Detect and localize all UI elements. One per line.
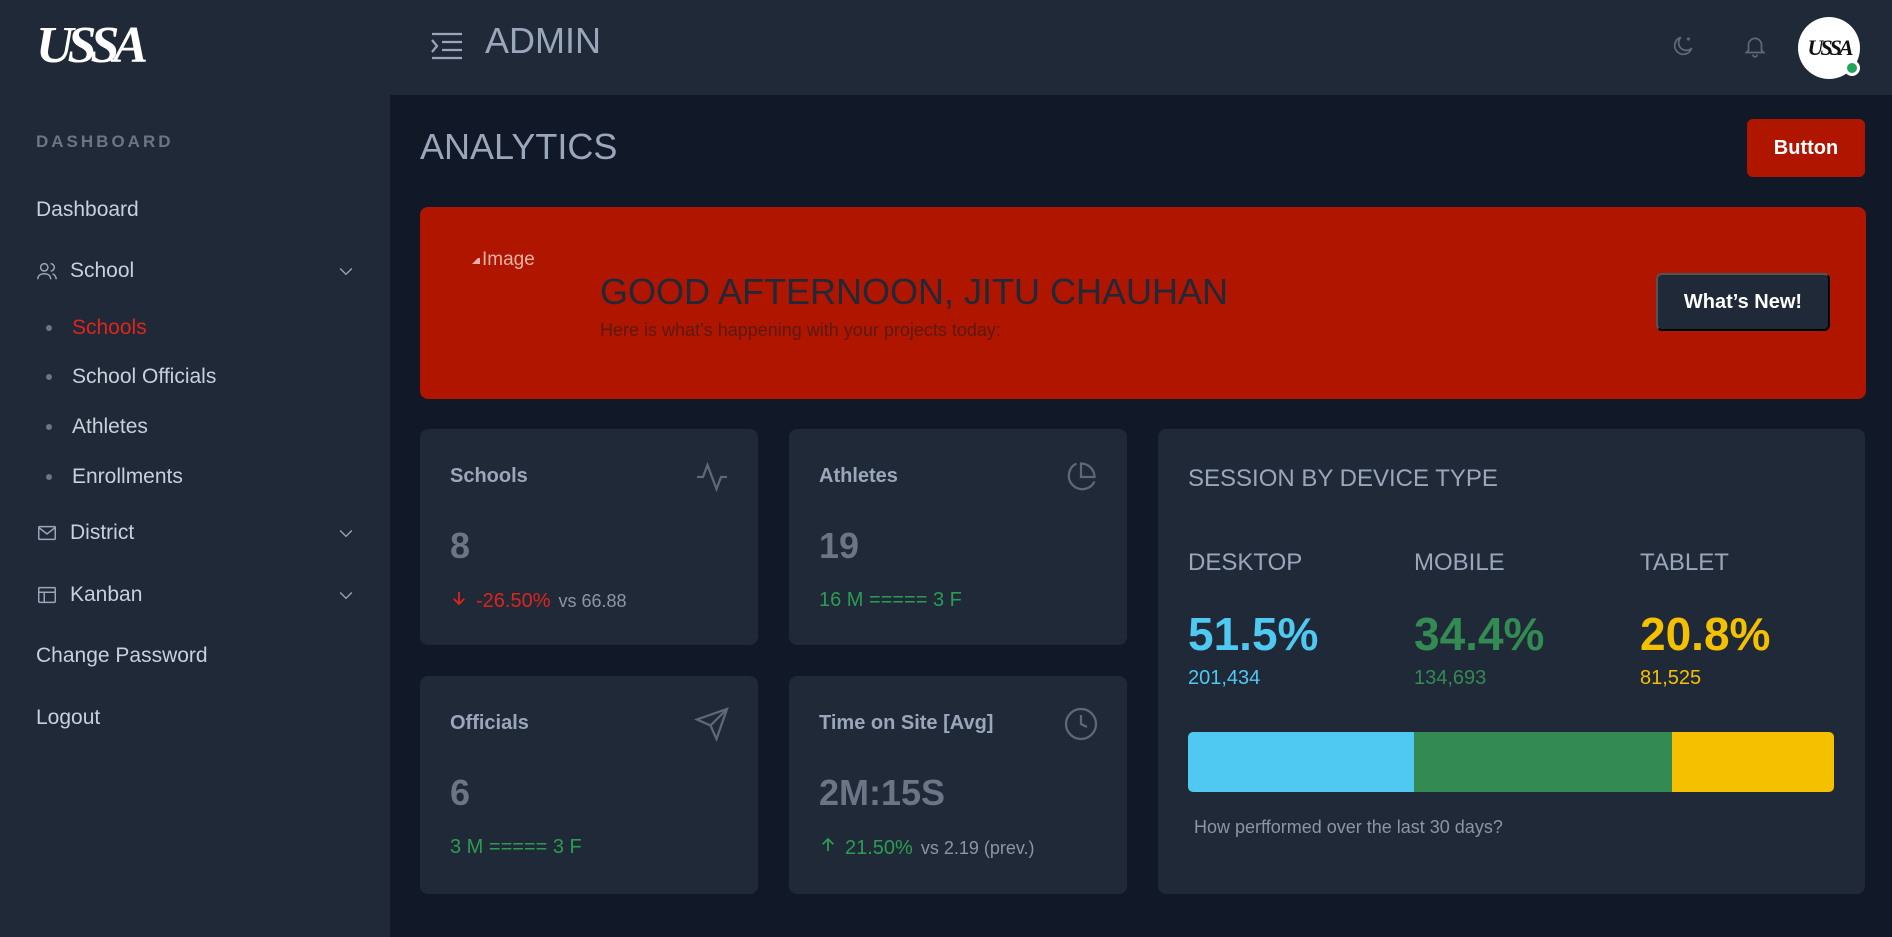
- users-icon: [36, 260, 58, 282]
- sidebar-item-dashboard[interactable]: Dashboard: [36, 195, 356, 225]
- device-name: TABLET: [1640, 549, 1729, 576]
- stat-card-schools: Schools 8 -26.50% vs 66.88: [420, 429, 758, 645]
- banner-subtitle: Here is what’s happening with your proje…: [600, 320, 1001, 340]
- sidebar-item-logout[interactable]: Logout: [36, 703, 356, 733]
- device-mobile: MOBILE 34.4% 134,693: [1414, 549, 1634, 690]
- sidebar: USSA DASHBOARD Dashboard School Schools …: [0, 0, 390, 937]
- bell-icon[interactable]: [1742, 33, 1768, 59]
- sidebar-subitem-school-officials[interactable]: School Officials: [46, 362, 216, 392]
- bullet-icon: [46, 424, 52, 430]
- session-bar-segment-mobile: [1414, 732, 1673, 792]
- banner-image-alt: Image: [482, 249, 535, 270]
- clock-icon: [1063, 706, 1099, 742]
- sidebar-subitem-athletes[interactable]: Athletes: [46, 412, 148, 442]
- stat-label: Time on Site [Avg]: [819, 712, 994, 734]
- banner-greeting: GOOD AFTERNOON, JITU CHAUHAN: [600, 271, 1229, 312]
- sidebar-item-district[interactable]: District: [36, 518, 356, 548]
- arrow-up-icon: [819, 836, 837, 860]
- whats-new-button[interactable]: What’s New!: [1656, 273, 1830, 331]
- session-by-device-card: SESSION BY DEVICE TYPE DESKTOP 51.5% 201…: [1158, 429, 1865, 894]
- stat-card-officials: Officials 6 3 M ===== 3 F: [420, 676, 758, 894]
- stat-compare: vs 2.19 (prev.): [920, 837, 1035, 858]
- moon-icon[interactable]: [1670, 33, 1696, 59]
- bullet-icon: [46, 374, 52, 380]
- device-name: DESKTOP: [1188, 549, 1303, 576]
- online-status-dot: [1844, 60, 1860, 76]
- sidebar-item-school[interactable]: School: [36, 256, 356, 286]
- sidebar-subitem-label: Enrollments: [72, 465, 183, 488]
- top-header: ADMIN USSA: [390, 0, 1892, 95]
- sidebar-item-label: Change Password: [36, 644, 208, 667]
- sidebar-item-label: District: [70, 521, 135, 544]
- device-count: 81,525: [1640, 667, 1702, 689]
- sidebar-item-change-password[interactable]: Change Password: [36, 641, 356, 671]
- page-title: ANALYTICS: [420, 126, 618, 167]
- device-percent: 51.5%: [1188, 608, 1319, 660]
- ussa-logo[interactable]: USSA: [36, 18, 166, 74]
- arrow-down-icon: [450, 589, 468, 613]
- session-bar-segment-tablet: [1672, 732, 1834, 792]
- session-progress-bar: [1188, 732, 1834, 792]
- pie-chart-icon: [1063, 459, 1099, 495]
- stat-change: 21.50% vs 2.19 (prev.): [819, 836, 1035, 860]
- chevron-down-icon: [336, 585, 356, 605]
- header-title: ADMIN: [485, 20, 601, 61]
- stat-value: 6: [450, 772, 471, 813]
- stat-change-value: 21.50%: [845, 836, 913, 859]
- bullet-icon: [46, 325, 52, 331]
- session-bar-segment-desktop: [1188, 732, 1415, 792]
- stat-value: 8: [450, 525, 471, 566]
- stat-label: Officials: [450, 712, 529, 734]
- device-tablet: TABLET 20.8% 81,525: [1640, 549, 1860, 690]
- stat-value: 2M:15S: [819, 772, 946, 813]
- sidebar-item-label: School: [70, 259, 135, 282]
- device-desktop: DESKTOP 51.5% 201,434: [1188, 549, 1408, 690]
- primary-button[interactable]: Button: [1747, 119, 1865, 177]
- chevron-down-icon: [336, 523, 356, 543]
- sidebar-section-title: DASHBOARD: [36, 132, 174, 151]
- session-title: SESSION BY DEVICE TYPE: [1188, 465, 1498, 492]
- welcome-banner: Image GOOD AFTERNOON, JITU CHAUHAN Here …: [420, 207, 1866, 399]
- layout-icon: [36, 584, 58, 606]
- stat-breakdown: 16 M ===== 3 F: [819, 589, 962, 611]
- activity-icon: [694, 459, 730, 495]
- device-count: 201,434: [1188, 667, 1261, 689]
- banner-image: Image: [472, 249, 535, 271]
- stat-breakdown: 3 M ===== 3 F: [450, 836, 582, 858]
- sidebar-item-kanban[interactable]: Kanban: [36, 580, 356, 610]
- stat-change-value: -26.50%: [476, 589, 551, 612]
- device-percent: 20.8%: [1640, 608, 1771, 660]
- stat-card-athletes: Athletes 19 16 M ===== 3 F: [789, 429, 1127, 645]
- sidebar-subitem-label: School Officials: [72, 365, 217, 388]
- stat-card-time-on-site: Time on Site [Avg] 2M:15S 21.50% vs 2.19…: [789, 676, 1127, 894]
- stat-label: Athletes: [819, 465, 898, 487]
- stat-compare: vs 66.88: [558, 590, 627, 611]
- sidebar-subitem-schools[interactable]: Schools: [46, 313, 147, 343]
- send-icon: [693, 706, 730, 743]
- sidebar-item-label: Dashboard: [36, 198, 139, 221]
- stat-value: 19: [819, 525, 860, 566]
- sidebar-item-label: Logout: [36, 706, 101, 729]
- broken-image-icon: [472, 256, 480, 264]
- sidebar-subitem-label: Athletes: [72, 415, 148, 438]
- chevron-down-icon: [336, 261, 356, 281]
- sidebar-item-label: Kanban: [70, 583, 143, 606]
- device-count: 134,693: [1414, 667, 1487, 689]
- sidebar-subitem-label: Schools: [72, 316, 147, 339]
- device-percent: 34.4%: [1414, 608, 1545, 660]
- stat-change: -26.50% vs 66.88: [450, 589, 627, 613]
- mail-icon: [36, 522, 58, 544]
- sidebar-subitem-enrollments[interactable]: Enrollments: [46, 462, 183, 492]
- stat-label: Schools: [450, 465, 528, 487]
- session-footer: How perfformed over the last 30 days?: [1194, 817, 1503, 837]
- menu-toggle-icon[interactable]: [430, 30, 464, 62]
- bullet-icon: [46, 474, 52, 480]
- device-name: MOBILE: [1414, 549, 1505, 576]
